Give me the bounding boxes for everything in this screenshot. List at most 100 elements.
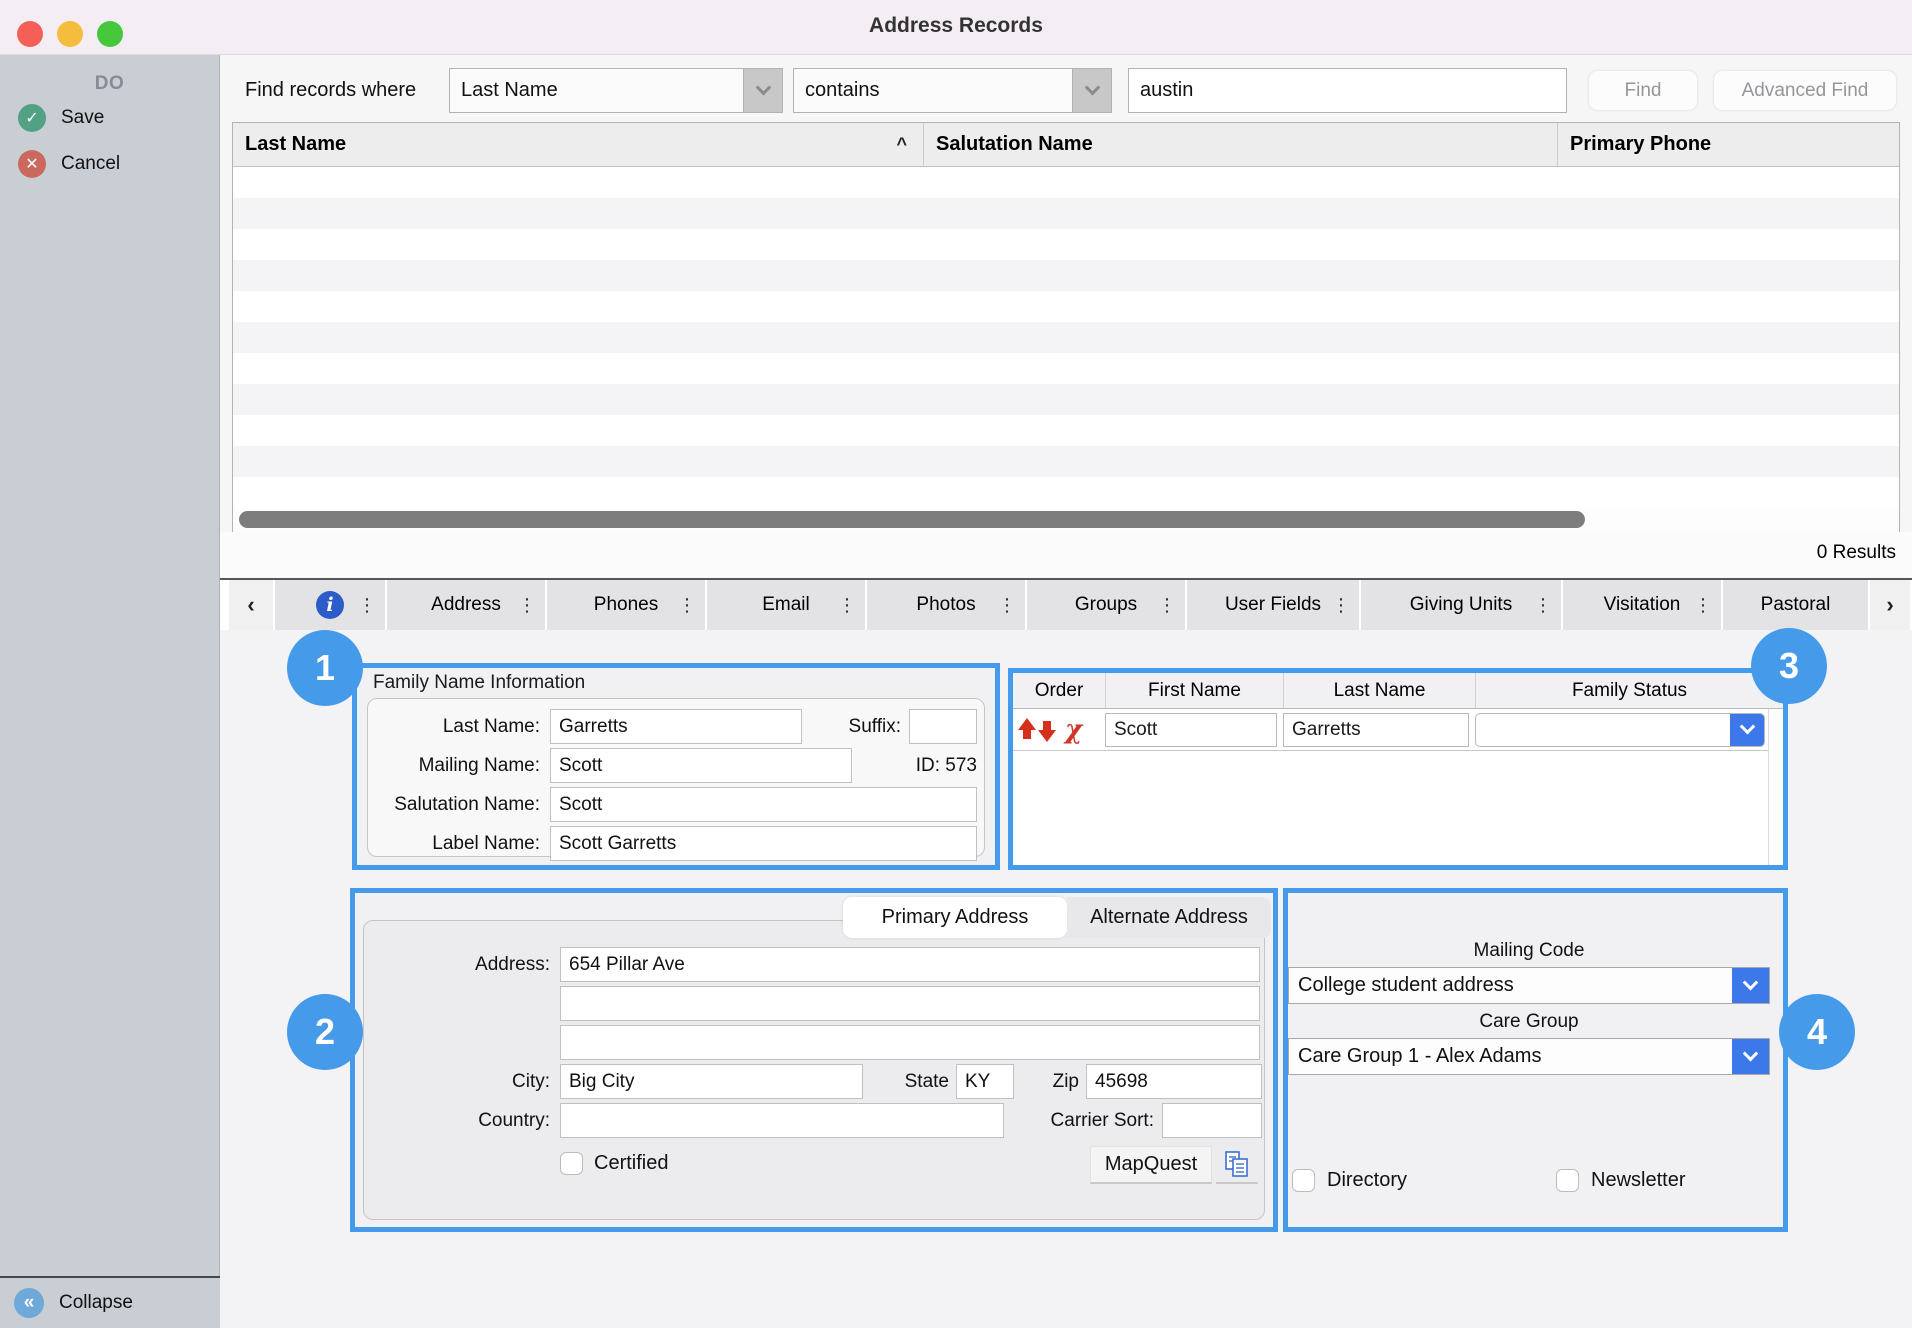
address-label: Address: [475,953,550,975]
tab-options-dots-icon[interactable]: ⋮ [518,595,536,616]
delete-member-icon[interactable]: χ [1065,715,1082,745]
care-group-select-button[interactable] [1732,1039,1769,1074]
tabs-scroll-left-button[interactable]: ‹ [229,580,273,630]
last-name-input[interactable] [550,709,802,744]
search-query-input[interactable] [1128,68,1567,113]
country-input[interactable] [560,1103,1004,1138]
carrier-sort-label: Carrier Sort: [1050,1109,1154,1131]
column-header-label: Salutation Name [936,133,1093,155]
record-id-text: ID: 573 [915,754,977,776]
tab-giving-units[interactable]: Giving Units ⋮ [1361,580,1561,630]
results-count: 0 Results [1816,542,1896,563]
member-last-name-cell[interactable]: Garretts [1283,712,1469,747]
info-icon: i [316,591,344,619]
callout-badge-3: 3 [1751,628,1827,704]
tab-options-dots-icon[interactable]: ⋮ [1694,595,1712,616]
tab-visitation[interactable]: Visitation ⋮ [1563,580,1721,630]
members-column-last-name: Last Name [1283,673,1475,708]
column-header-last-name[interactable]: Last Name ^ [233,123,923,166]
directory-option: Directory [1292,1169,1407,1192]
tab-options-dots-icon[interactable]: ⋮ [998,595,1016,616]
horizontal-scrollbar[interactable] [233,508,1899,532]
search-operator-select[interactable]: contains [793,68,1112,113]
search-field-select-button[interactable] [743,69,782,112]
family-status-select-button[interactable] [1730,713,1764,746]
zip-input[interactable] [1086,1064,1262,1099]
tab-options-dots-icon[interactable]: ⋮ [678,595,696,616]
members-vertical-scrollbar[interactable] [1768,709,1783,865]
country-label: Country: [478,1109,550,1131]
search-field-select-value: Last Name [450,69,743,112]
chevron-down-icon [1084,79,1100,96]
suffix-input[interactable] [909,709,977,744]
tab-options-dots-icon[interactable]: ⋮ [1534,595,1552,616]
tab-primary-address[interactable]: Primary Address [843,897,1067,938]
directory-label: Directory [1327,1169,1408,1191]
chevron-down-icon [1739,718,1755,735]
collapse-button[interactable]: « Collapse [0,1276,220,1328]
move-down-icon[interactable] [1037,718,1057,742]
tabs-scroll-right-button[interactable]: › [1870,580,1910,630]
sidebar-item-save[interactable]: ✓ Save [0,95,219,141]
salutation-name-input[interactable] [550,787,977,822]
certified-label: Certified [594,1152,669,1174]
find-button[interactable]: Find [1588,70,1698,111]
address-line1-input[interactable] [560,947,1260,982]
city-input[interactable] [560,1064,863,1099]
tab-options-dots-icon[interactable]: ⋮ [1158,595,1176,616]
tab-label: Photos [916,594,976,615]
suffix-label: Suffix: [848,715,901,737]
mailing-name-input[interactable] [550,748,852,783]
results-table-body-empty [233,167,1899,508]
mailing-code-select[interactable]: College student address [1288,967,1770,1004]
horizontal-scrollbar-thumb[interactable] [239,511,1585,528]
tab-label: User Fields [1224,594,1322,615]
address-line2-input[interactable] [560,986,1260,1021]
tab-info[interactable]: i ⋮ [275,580,385,630]
results-table-header: Last Name ^ Salutation Name Primary Phon… [233,123,1899,167]
tab-pastoral[interactable]: Pastoral [1723,580,1868,630]
state-input[interactable] [956,1064,1014,1099]
directory-checkbox[interactable] [1292,1169,1315,1192]
column-header-salutation-name[interactable]: Salutation Name [923,123,1557,166]
tab-phones[interactable]: Phones ⋮ [547,580,705,630]
tab-options-dots-icon[interactable]: ⋮ [358,595,376,616]
copy-address-button[interactable] [1216,1146,1258,1184]
care-group-select[interactable]: Care Group 1 - Alex Adams [1288,1038,1770,1075]
callout-badge-1: 1 [287,630,363,706]
tab-photos[interactable]: Photos ⋮ [867,580,1025,630]
carrier-sort-input[interactable] [1162,1103,1262,1138]
label-name-input[interactable] [550,826,977,861]
sidebar: DO ✓ Save ✕ Cancel « Collapse [0,55,220,1328]
results-strip: 0 Results [220,532,1912,578]
newsletter-option: Newsletter [1556,1169,1685,1192]
tab-options-dots-icon[interactable]: ⋮ [838,595,856,616]
column-header-primary-phone[interactable]: Primary Phone [1557,123,1899,166]
tab-user-fields[interactable]: User Fields ⋮ [1187,580,1359,630]
certified-checkbox[interactable] [560,1152,583,1175]
address-line3-input[interactable] [560,1025,1260,1060]
tab-address[interactable]: Address ⋮ [387,580,545,630]
tab-label: Pastoral [1760,594,1831,615]
member-first-name-cell[interactable]: Scott [1105,712,1277,747]
sidebar-item-cancel[interactable]: ✕ Cancel [0,141,219,187]
mailing-code-select-button[interactable] [1732,968,1769,1003]
advanced-find-button[interactable]: Advanced Find [1713,70,1897,111]
family-status-value [1476,714,1730,746]
tab-email[interactable]: Email ⋮ [707,580,865,630]
chevron-down-icon [1742,1045,1759,1062]
mapquest-button[interactable]: MapQuest [1090,1146,1212,1184]
move-up-icon[interactable] [1017,717,1037,742]
newsletter-checkbox[interactable] [1556,1169,1579,1192]
tab-alternate-address[interactable]: Alternate Address [1067,897,1271,938]
tab-groups[interactable]: Groups ⋮ [1027,580,1185,630]
search-operator-select-button[interactable] [1072,69,1111,112]
tab-options-dots-icon[interactable]: ⋮ [1332,595,1350,616]
state-label: State [904,1070,949,1092]
search-field-select[interactable]: Last Name [449,68,783,113]
family-name-info-section: Family Name Information Last Name: Suffi… [352,663,1000,870]
family-status-select[interactable] [1475,712,1765,747]
cancel-x-icon: ✕ [18,150,46,178]
callout-badge-2: 2 [287,994,363,1070]
window-title: Address Records [869,14,1043,37]
